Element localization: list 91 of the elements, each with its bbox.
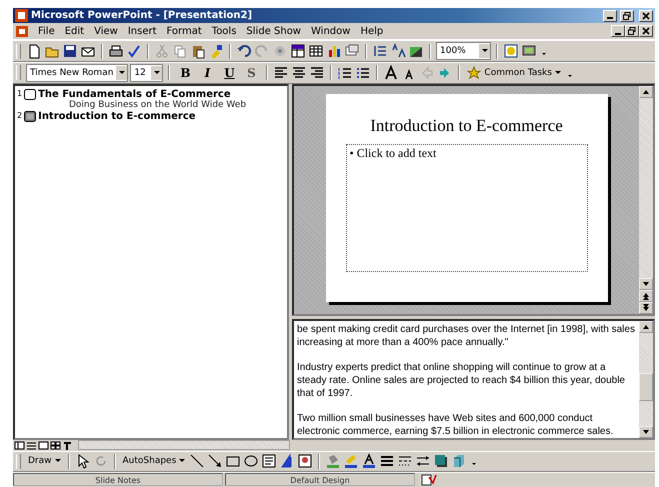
slide-view-icon[interactable] xyxy=(38,440,49,451)
undo-icon[interactable] xyxy=(236,43,252,60)
caret-icon xyxy=(154,70,160,75)
caret-icon xyxy=(179,459,186,464)
status-text: Slide Notes xyxy=(13,473,223,486)
minimize-button[interactable] xyxy=(611,25,625,38)
increase-font-icon[interactable] xyxy=(383,64,400,81)
menu-item[interactable]: Format xyxy=(162,26,207,37)
body-placeholder[interactable]: • Click to add text xyxy=(346,144,588,272)
text-formatting-icon[interactable] xyxy=(390,43,406,60)
slide-show-view-icon[interactable] xyxy=(62,440,73,451)
slide-sorter-view-icon[interactable] xyxy=(50,440,61,451)
slide-title-text[interactable]: Introduction to E-commerce xyxy=(370,116,563,136)
caret-icon xyxy=(118,70,125,75)
align-center-icon[interactable] xyxy=(291,64,308,81)
scrollbar[interactable] xyxy=(639,320,653,438)
slide-icon[interactable] xyxy=(24,88,36,100)
shadow-icon[interactable] xyxy=(433,453,450,470)
font-dropdown[interactable]: Times New Roman xyxy=(26,64,128,82)
scroll-up-icon[interactable] xyxy=(639,320,653,333)
spelling-icon[interactable] xyxy=(126,43,142,60)
outline-view-icon[interactable] xyxy=(26,440,37,451)
menu-item[interactable]: View xyxy=(89,26,123,37)
align-left-icon[interactable] xyxy=(273,64,290,81)
star-icon xyxy=(467,66,482,80)
draw-menu-button[interactable]: Draw xyxy=(26,452,63,470)
close-button[interactable] xyxy=(639,10,653,22)
text-box-icon[interactable] xyxy=(261,453,278,470)
minimize-button[interactable] xyxy=(603,10,617,22)
notes-paragraph: be spent making credit card purchases over the Internet [in 1998], with sales increasing at more than a 400% pace annually." xyxy=(297,322,636,349)
slide-number: 2 xyxy=(17,110,22,120)
caret-icon xyxy=(54,459,61,464)
status-text: Default Design xyxy=(225,473,415,486)
close-icon xyxy=(642,27,650,36)
style-button[interactable]: B xyxy=(175,64,196,82)
style-button[interactable]: U xyxy=(219,64,240,82)
notes-paragraph: Industry experts predict that online shopping will continue to grow at a steady rate. Online sales are projected to reach $4 billion this year, double that of 1997. xyxy=(297,360,626,400)
close-button[interactable] xyxy=(639,25,653,38)
slide-title[interactable]: Introduction to E-commerce xyxy=(38,110,196,122)
normal-view-icon[interactable] xyxy=(14,440,25,451)
next-slide-icon[interactable] xyxy=(639,302,653,314)
clip-art-icon[interactable] xyxy=(297,453,314,470)
notes-paragraph: Two million small businesses have Web sites and 600,000 conduct electronic commerce, earning $7.5 billion in electronic commerce sales. xyxy=(297,412,614,438)
slide-title[interactable]: The Fundamentals of E-Commerce xyxy=(38,88,231,100)
slide-number: 1 xyxy=(17,88,22,98)
paste-icon[interactable] xyxy=(190,43,206,60)
style-button[interactable]: I xyxy=(197,64,218,82)
close-icon xyxy=(642,12,650,20)
outline-text[interactable]: Doing Business on the World Wide Web xyxy=(17,100,285,110)
help-icon[interactable] xyxy=(503,43,519,60)
font-color-icon[interactable] xyxy=(361,453,378,470)
style-button[interactable]: S xyxy=(241,64,262,82)
caret-icon xyxy=(554,70,561,75)
table-icon[interactable] xyxy=(290,43,306,60)
minimize-icon xyxy=(607,17,613,20)
autoshapes-menu-button[interactable]: AutoShapes xyxy=(120,452,188,470)
line-icon[interactable] xyxy=(189,453,206,470)
restore-button[interactable] xyxy=(620,10,634,22)
restore-button[interactable] xyxy=(625,25,639,38)
scrollbar[interactable] xyxy=(639,86,653,314)
menu-item[interactable]: Slide Show xyxy=(241,26,306,37)
menu-item[interactable]: Edit xyxy=(60,26,90,37)
font-size-dropdown[interactable]: 12 xyxy=(130,64,164,82)
window-title: Microsoft PowerPoint - [Presentation2] xyxy=(31,10,252,22)
document-icon[interactable] xyxy=(15,24,29,38)
scroll-up-icon[interactable] xyxy=(639,86,653,98)
scroll-down-icon[interactable] xyxy=(639,426,653,438)
menu-item[interactable]: Tools xyxy=(206,26,242,37)
scroll-down-icon[interactable] xyxy=(639,278,653,290)
line-color-icon[interactable] xyxy=(343,453,360,470)
zoom-dropdown[interactable]: 100% xyxy=(436,42,491,60)
bar-chart-icon[interactable] xyxy=(326,43,342,60)
menu-item[interactable]: File xyxy=(33,26,60,37)
previous-slide-icon[interactable] xyxy=(639,290,653,302)
minimize-icon xyxy=(615,32,621,35)
fill-color-icon[interactable] xyxy=(325,453,342,470)
align-right-icon[interactable] xyxy=(309,64,326,81)
caret-icon xyxy=(482,49,488,54)
grid-icon[interactable] xyxy=(308,43,324,60)
menu-item[interactable]: Help xyxy=(355,26,388,37)
menu-item[interactable]: Insert xyxy=(122,26,162,37)
scroll-thumb[interactable] xyxy=(639,372,653,401)
arrow-icon[interactable] xyxy=(207,453,224,470)
oval-icon[interactable] xyxy=(243,453,260,470)
common-tasks-button[interactable]: Common Tasks xyxy=(465,64,563,82)
menu-item[interactable]: Window xyxy=(306,26,356,37)
app-icon xyxy=(15,9,28,22)
print-icon[interactable] xyxy=(108,43,124,60)
save-icon[interactable] xyxy=(62,43,78,60)
filled-slide-icon[interactable] xyxy=(24,110,36,122)
scrollbar[interactable] xyxy=(78,440,290,450)
